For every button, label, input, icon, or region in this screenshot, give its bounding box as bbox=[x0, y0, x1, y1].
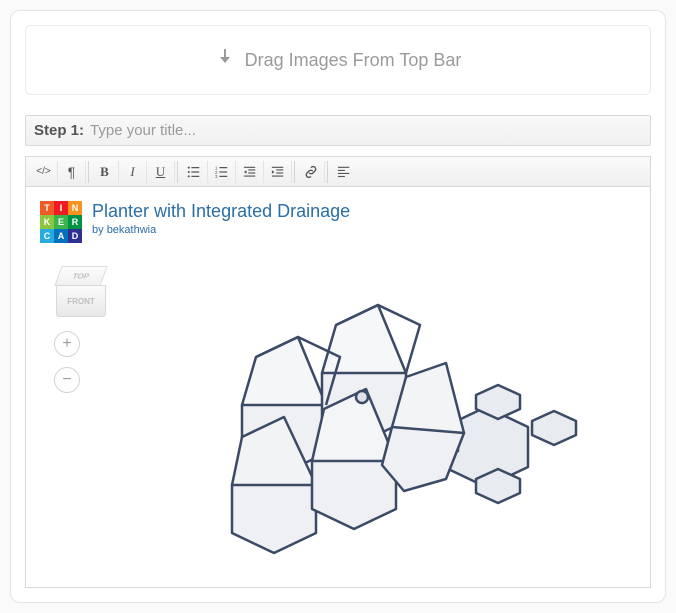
paragraph-button[interactable]: ¶ bbox=[58, 161, 86, 183]
image-drop-zone[interactable]: Drag Images From Top Bar bbox=[25, 25, 651, 95]
step-title-row: Step 1: bbox=[25, 115, 651, 146]
editor-card: Drag Images From Top Bar Step 1: </> ¶ B… bbox=[10, 10, 666, 603]
embed-title: Planter with Integrated Drainage bbox=[92, 201, 350, 222]
link-button[interactable] bbox=[297, 161, 325, 183]
bold-button[interactable]: B bbox=[91, 161, 119, 183]
tinkercad-logo: TINKERCAD bbox=[40, 201, 82, 243]
model-3d-canvas[interactable] bbox=[146, 277, 616, 577]
numbered-list-button[interactable]: 123 bbox=[208, 161, 236, 183]
logo-cell: D bbox=[68, 229, 82, 243]
embed-header: TINKERCAD Planter with Integrated Draina… bbox=[40, 201, 636, 243]
logo-cell: A bbox=[54, 229, 68, 243]
code-button[interactable]: </> bbox=[30, 161, 58, 183]
logo-cell: I bbox=[54, 201, 68, 215]
toolbar-separator bbox=[88, 161, 89, 183]
logo-cell: K bbox=[40, 215, 54, 229]
svg-text:3: 3 bbox=[215, 174, 218, 179]
bullet-list-button[interactable] bbox=[180, 161, 208, 183]
align-left-button[interactable] bbox=[330, 161, 358, 183]
viewcube-group: TOP FRONT + − bbox=[54, 265, 108, 393]
step-title-input[interactable] bbox=[90, 122, 642, 139]
step-prefix-label: Step 1: bbox=[34, 122, 84, 139]
embed-author-name[interactable]: bekathwia bbox=[107, 224, 157, 236]
toolbar-separator bbox=[327, 161, 328, 183]
indent-button[interactable] bbox=[264, 161, 292, 183]
logo-cell: T bbox=[40, 201, 54, 215]
viewcube-front-face[interactable]: FRONT bbox=[56, 285, 106, 317]
toolbar-separator bbox=[177, 161, 178, 183]
editor-toolbar: </> ¶ B I U 123 bbox=[25, 156, 651, 186]
outdent-button[interactable] bbox=[236, 161, 264, 183]
embed-author: by bekathwia bbox=[92, 224, 350, 236]
editor-content-pane[interactable]: TINKERCAD Planter with Integrated Draina… bbox=[25, 186, 651, 588]
underline-button[interactable]: U bbox=[147, 161, 175, 183]
viewcube-top-face[interactable]: TOP bbox=[54, 266, 107, 286]
logo-cell: N bbox=[68, 201, 82, 215]
logo-cell: C bbox=[40, 229, 54, 243]
drop-zone-label: Drag Images From Top Bar bbox=[245, 50, 462, 71]
viewcube[interactable]: TOP FRONT bbox=[54, 265, 108, 321]
logo-cell: R bbox=[68, 215, 82, 229]
italic-button[interactable]: I bbox=[119, 161, 147, 183]
zoom-out-button[interactable]: − bbox=[54, 367, 80, 393]
toolbar-separator bbox=[294, 161, 295, 183]
logo-cell: E bbox=[54, 215, 68, 229]
zoom-in-button[interactable]: + bbox=[54, 331, 80, 357]
download-arrow-icon bbox=[215, 47, 235, 73]
